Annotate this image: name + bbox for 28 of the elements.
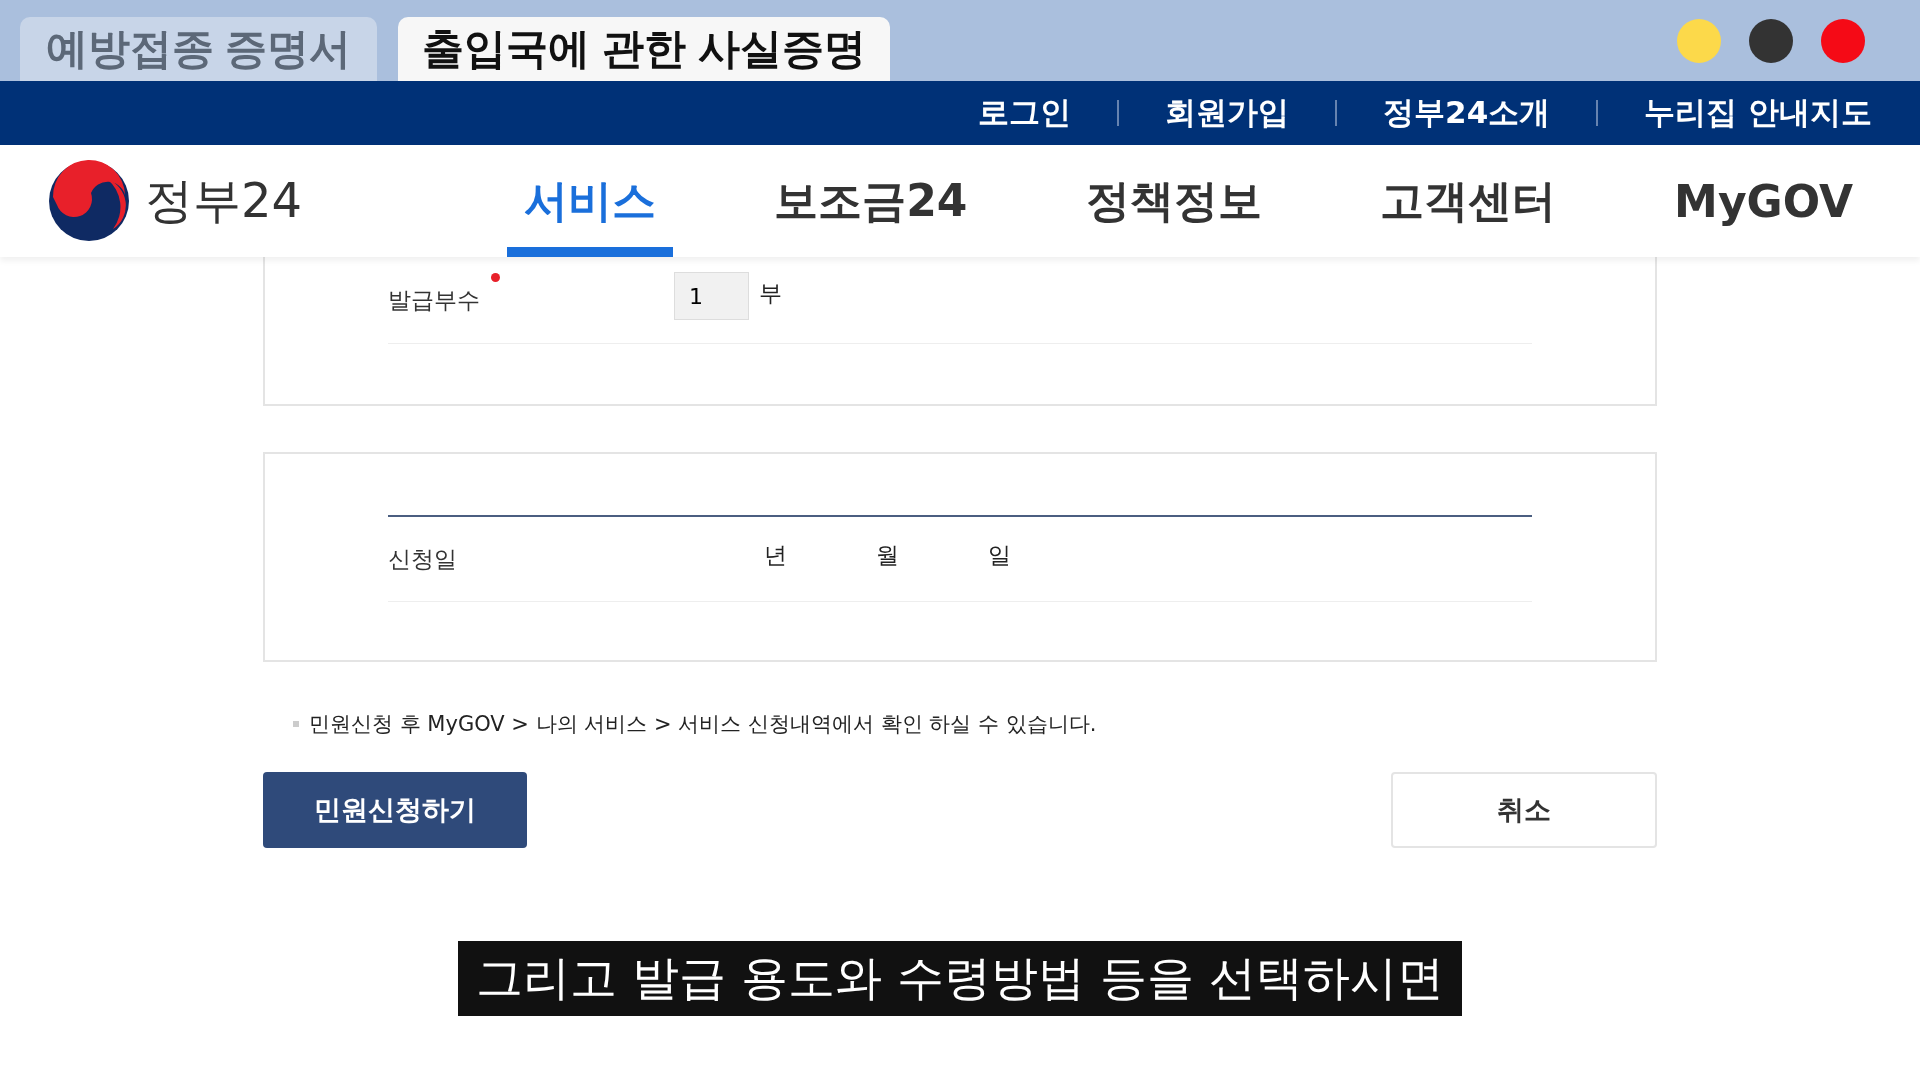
browser-tab[interactable]: 예방접종 증명서 bbox=[20, 17, 377, 81]
date-unit-label: 일 bbox=[988, 540, 1012, 570]
copies-input[interactable]: 1 bbox=[674, 272, 749, 320]
browser-tab[interactable]: 출입국에 관한 사실증명 bbox=[398, 17, 890, 81]
window-control-dot[interactable] bbox=[1749, 18, 1793, 63]
nav-tab[interactable]: 서비스 bbox=[507, 145, 673, 257]
submit-button[interactable]: 민원신청하기 bbox=[263, 772, 527, 848]
utility-link[interactable]: 회원가입 bbox=[1165, 92, 1290, 134]
window-control-dot[interactable] bbox=[1677, 18, 1721, 63]
video-subtitle: 그리고 발급 용도와 수령방법 등을 선택하시면 bbox=[458, 941, 1462, 1016]
logo-icon bbox=[47, 159, 131, 243]
nav-tab[interactable]: MyGOV bbox=[1657, 145, 1870, 257]
field-label: 발급부수 bbox=[388, 284, 674, 316]
date-unit-label: 년 bbox=[764, 540, 788, 570]
utility-link[interactable]: 누리집 안내지도 bbox=[1644, 92, 1872, 134]
nav-tab[interactable]: 보조금24 bbox=[757, 145, 985, 257]
nav-tab[interactable]: 정책정보 bbox=[1068, 145, 1279, 257]
bullet-icon bbox=[293, 721, 299, 727]
date-unit-label: 월 bbox=[876, 540, 900, 570]
nav-tab[interactable]: 고객센터 bbox=[1362, 145, 1573, 257]
utility-link[interactable]: 정부24소개 bbox=[1383, 92, 1551, 134]
cancel-button[interactable]: 취소 bbox=[1391, 772, 1657, 848]
field-label: 신청일 bbox=[388, 544, 458, 574]
unit-label: 부 bbox=[759, 278, 782, 308]
window-control-dot[interactable] bbox=[1821, 18, 1865, 63]
logo-text: 정부24 bbox=[145, 171, 303, 230]
info-note: 민원신청 후 MyGOV > 나의 서비스 > 서비스 신청내역에서 확인 하실 수 있습니다. bbox=[309, 711, 1097, 738]
utility-link[interactable]: 로그인 bbox=[978, 92, 1072, 134]
